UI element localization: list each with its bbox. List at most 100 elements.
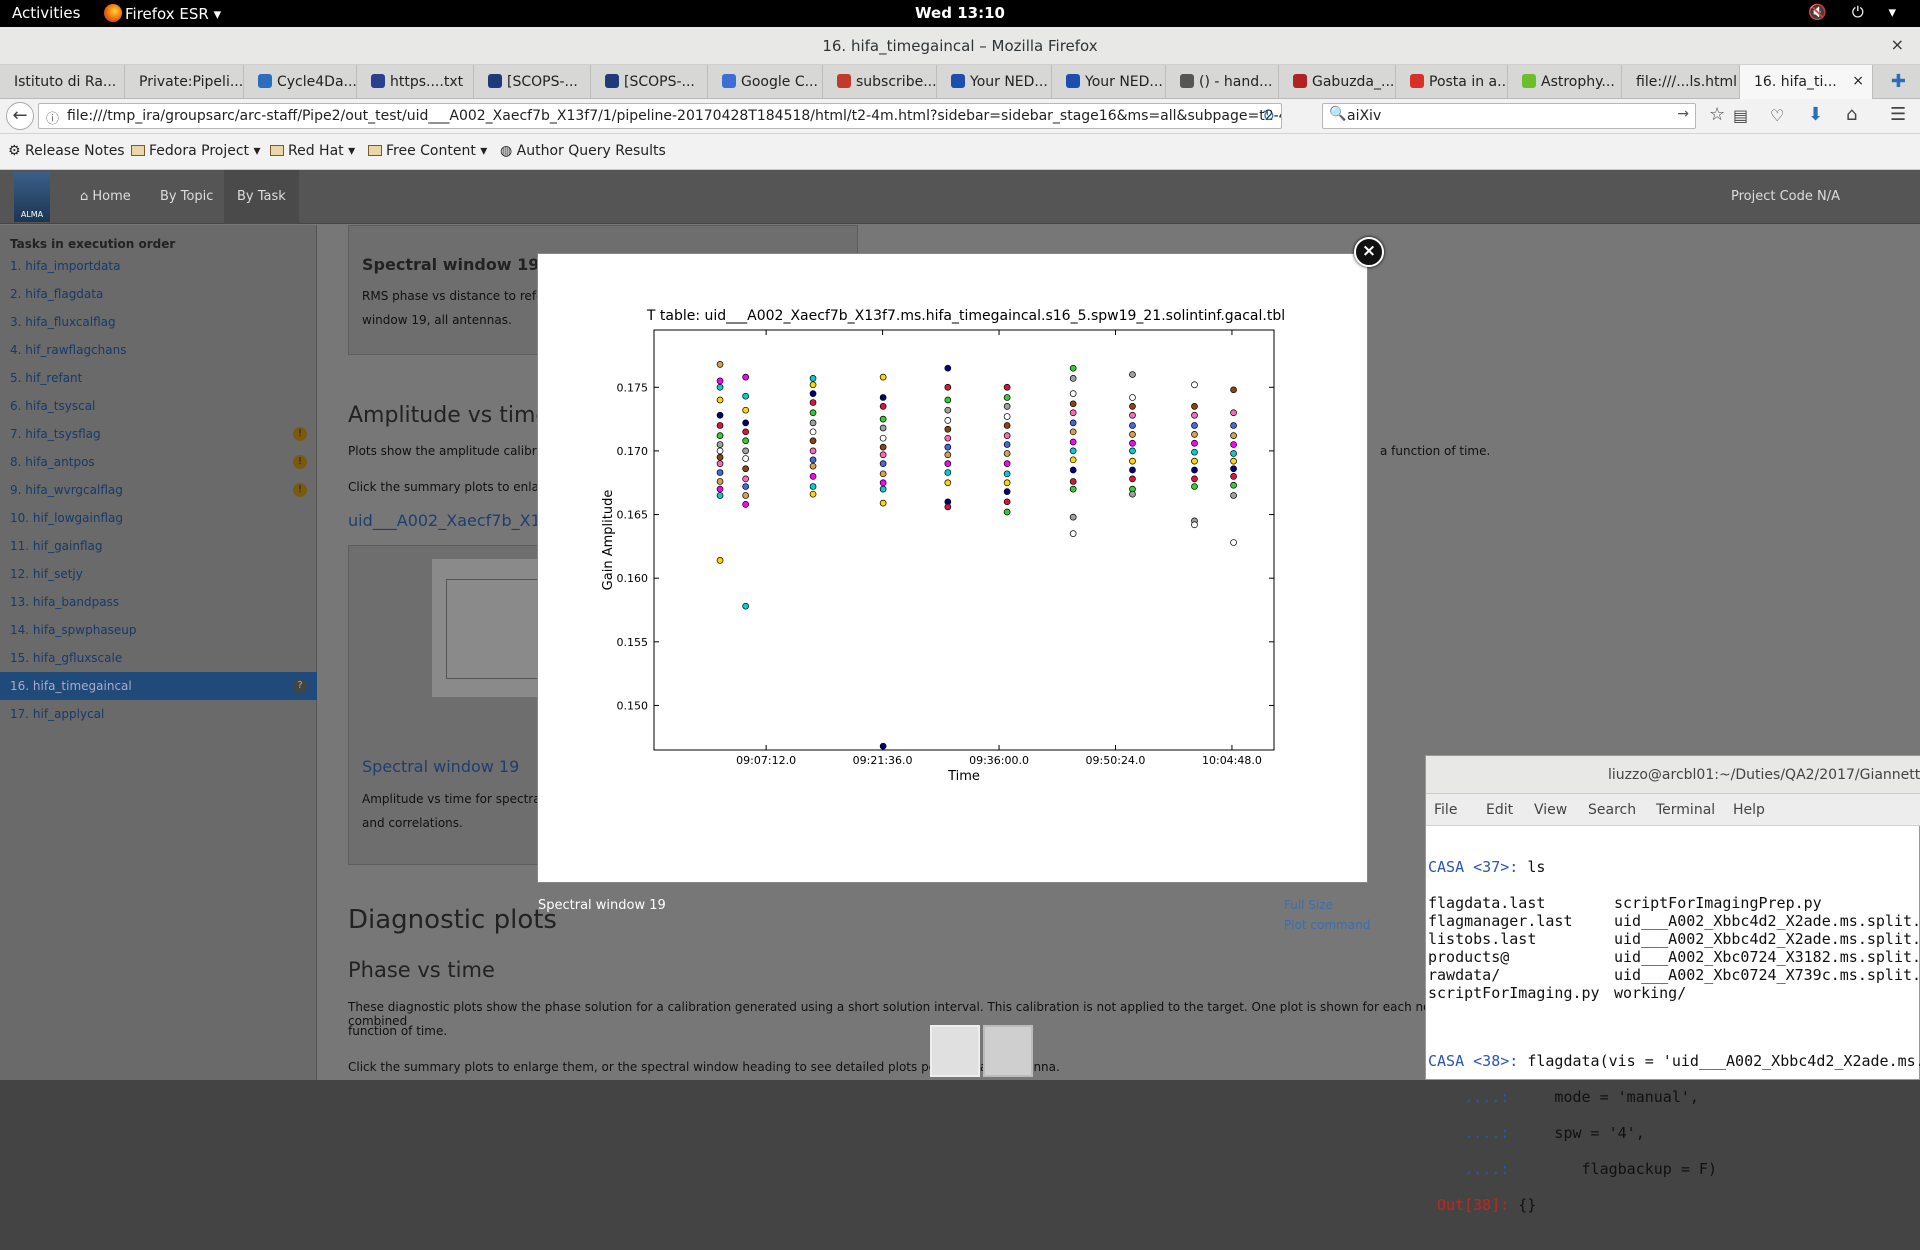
tab-11[interactable]: () - hand... [1166, 65, 1279, 99]
terminal-menu-terminal[interactable]: Terminal [1656, 802, 1715, 818]
uid-link[interactable]: uid___A002_Xaecf7b_X1 [348, 511, 541, 530]
terminal-menu-help[interactable]: Help [1733, 802, 1765, 818]
terminal-title[interactable]: liuzzo@arcbl01:~/Duties/QA2/2017/Giannet… [1426, 756, 1920, 794]
data-point [1230, 432, 1237, 439]
sidebar-item-12[interactable]: 12. hif_setjy [0, 560, 317, 588]
back-button[interactable]: ← [6, 102, 34, 130]
data-point [1003, 422, 1011, 429]
clock[interactable]: Wed 13:10 [0, 4, 1920, 22]
data-point [1129, 371, 1136, 378]
tab-favicon-icon [1066, 74, 1080, 88]
tab-label: file:///...ls.html [1636, 74, 1738, 90]
sidebar-item-14[interactable]: 14. hifa_spwphaseup [0, 616, 317, 644]
pocket-icon[interactable]: ♡ [1770, 106, 1784, 125]
tab-close-icon[interactable]: × [1852, 73, 1864, 89]
hamburger-menu-icon[interactable]: ☰ [1890, 104, 1906, 125]
site-info-icon[interactable]: ⓘ [46, 108, 59, 127]
nav-home[interactable]: ⌂ Home [80, 189, 131, 204]
sidebar-item-5[interactable]: 5. hif_refant [0, 364, 317, 392]
sidebar-item-7[interactable]: 7. hifa_tsysflag! [0, 420, 317, 448]
plot-lightbox: T table: uid___A002_Xaecf7b_X13f7.ms.hif… [537, 253, 1368, 883]
data-point [1069, 447, 1077, 455]
sidebar-item-15[interactable]: 15. hifa_gfluxscale [0, 644, 317, 672]
data-point [1003, 460, 1011, 467]
data-point [1191, 521, 1198, 529]
sidebar-item-10[interactable]: 10. hif_lowgainflag [0, 504, 317, 532]
search-go-icon[interactable]: → [1677, 106, 1689, 122]
sidebar-item-8[interactable]: 8. hifa_antpos! [0, 448, 317, 476]
reload-icon[interactable]: ↻ [1262, 107, 1275, 125]
bookmark-folder-fedora[interactable]: Fedora Project ▾ [131, 143, 261, 159]
lightbox-close-button[interactable]: × [1354, 237, 1384, 267]
tab-label: 16. hifa_ti... [1754, 74, 1837, 90]
nav-by-topic[interactable]: By Topic [160, 189, 213, 204]
lightbox-thumbnail-2[interactable] [983, 1025, 1033, 1077]
sidebar-item-11[interactable]: 11. hif_gainflag [0, 532, 317, 560]
data-point [944, 469, 952, 476]
search-bar[interactable]: 🔍 aiXiv → [1322, 103, 1696, 129]
tab-12[interactable]: Gabuzda_... [1279, 65, 1396, 99]
terminal-output[interactable]: CASA <37>: ls flagdata.last scriptForImag… [1428, 840, 1920, 1250]
terminal-menu-view[interactable]: View [1534, 802, 1567, 818]
sidebar-item-16[interactable]: 16. hifa_timegaincal? [0, 672, 317, 700]
tab-1[interactable]: Istituto di Ra... [0, 65, 125, 99]
window-close-button[interactable]: × [1891, 35, 1904, 54]
terminal-menu-file[interactable]: File [1434, 802, 1457, 818]
tab-favicon-icon [1522, 74, 1536, 88]
alma-logo[interactable]: ALMA [14, 172, 50, 222]
tab-8[interactable]: subscribe... [823, 65, 937, 99]
ls-row: flagmanager.last uid___A002_Xbbc4d2_X2ade… [1428, 912, 1920, 930]
home-icon[interactable]: ⌂ [1846, 104, 1857, 125]
tab-16[interactable]: 16. hifa_ti... × [1740, 65, 1873, 100]
new-tab-button[interactable]: ✚ [1891, 71, 1906, 92]
full-size-link[interactable]: Full Size [1284, 898, 1333, 912]
tab-3[interactable]: Cycle4Da... [244, 65, 357, 99]
tab-5[interactable]: [SCOPS-... [474, 65, 591, 99]
data-point [809, 490, 817, 498]
sidebar-item-4[interactable]: 4. hif_rawflagchans [0, 336, 317, 364]
sidebar-item-6[interactable]: 6. hifa_tsyscal [0, 392, 317, 420]
url-bar[interactable]: ⓘ file:///tmp_ira/groupsarc/arc-staff/Pi… [38, 103, 1282, 129]
sidebar-item-17[interactable]: 17. hif_applycal [0, 700, 317, 728]
ls-entry: listobs.last [1428, 930, 1537, 948]
tab-4[interactable]: https....txt [357, 65, 474, 99]
sidebar-item-2[interactable]: 2. hifa_flagdata [0, 280, 317, 308]
y-tick-label: 0.175 [617, 381, 649, 394]
data-point [1191, 439, 1198, 447]
sidebar-item-3[interactable]: 3. hifa_fluxcalflag [0, 308, 317, 336]
tab-10[interactable]: Your NED... [1052, 65, 1166, 99]
spw-link[interactable]: Spectral window 19 [362, 757, 519, 776]
bookmark-folder-free-content[interactable]: Free Content ▾ [368, 143, 487, 159]
lightbox-thumbnail-1[interactable] [930, 1025, 980, 1077]
tab-2[interactable]: Private:Pipeli... [125, 65, 244, 99]
plot-command-link[interactable]: Plot command [1284, 918, 1370, 932]
bookmark-author-query[interactable]: ◍ Author Query Results [500, 143, 666, 159]
tab-label: subscribe... [856, 74, 937, 90]
data-point [716, 441, 724, 448]
tab-9[interactable]: Your NED... [937, 65, 1052, 99]
data-point [716, 396, 724, 404]
phase-desc-1: These diagnostic plots show the phase so… [348, 1000, 1443, 1028]
bookmark-folder-redhat[interactable]: Red Hat ▾ [270, 143, 355, 159]
sidebar-item-1[interactable]: 1. hifa_importdata [0, 252, 317, 280]
tab-6[interactable]: [SCOPS-... [591, 65, 708, 99]
bookmark-star-icon[interactable]: ☆ [1709, 104, 1725, 125]
bookmark-release-notes[interactable]: ⚙ Release Notes [8, 143, 125, 159]
plot-frame [653, 329, 1275, 751]
data-point [1230, 473, 1237, 480]
terminal-menu-edit[interactable]: Edit [1486, 802, 1513, 818]
tab-13[interactable]: Posta in a... [1396, 65, 1508, 99]
tab-15[interactable]: file:///...ls.html [1622, 65, 1740, 99]
nav-by-task[interactable]: By Task [224, 170, 299, 224]
tab-7[interactable]: Google C... [708, 65, 823, 99]
sidebar-item-label: 16. hifa_timegaincal [10, 679, 132, 693]
plot-image[interactable]: T table: uid___A002_Xaecf7b_X13f7.ms.hif… [554, 268, 1354, 868]
reader-list-icon[interactable]: ▤ [1733, 106, 1748, 125]
downloads-icon[interactable]: ⬇ [1808, 104, 1823, 125]
chart-title: T table: uid___A002_Xaecf7b_X13f7.ms.hif… [646, 308, 1285, 324]
sidebar-item-9[interactable]: 9. hifa_wvrgcalflag! [0, 476, 317, 504]
terminal-menu-search[interactable]: Search [1588, 802, 1636, 818]
tab-14[interactable]: Astrophy... [1508, 65, 1622, 99]
sidebar-item-13[interactable]: 13. hifa_bandpass [0, 588, 317, 616]
system-tray[interactable]: 🔇 ⏻ ▾ [1808, 3, 1906, 21]
